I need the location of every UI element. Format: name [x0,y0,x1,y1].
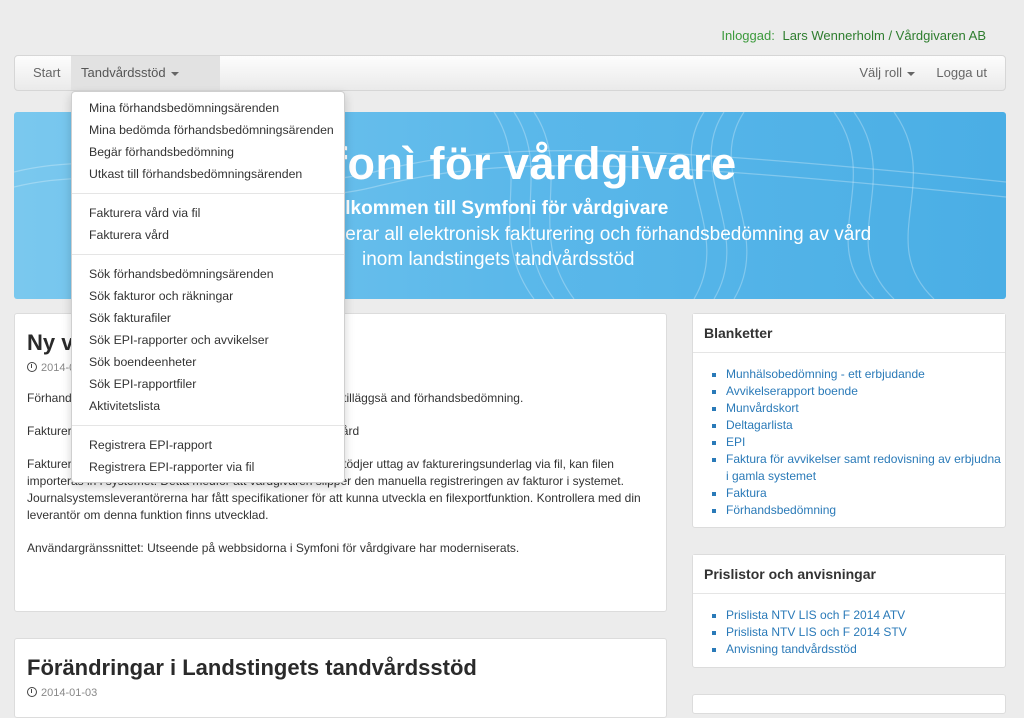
nav-tandvardsstod[interactable]: Tandvårdsstöd [71,56,220,90]
banner-welcome: ilkommen till Symfoni för vårdgivare [340,198,669,219]
menu-item[interactable]: Fakturera vård via fil [72,202,344,224]
caret-down-icon [907,71,915,76]
news-paragraph: Användargränssnittet: Utseende på webbsi… [27,541,520,555]
blankett-link[interactable]: Deltagarlista [726,418,793,432]
panel-heading: Blanketter [693,314,1005,353]
blankett-link[interactable]: Förhandsbedömning [726,503,836,517]
banner-line2: terar all elektronisk fakturering och fö… [340,224,872,245]
menu-divider [72,254,344,255]
nav-tandvardsstod-label: Tandvårdsstöd [81,65,166,80]
menu-item[interactable]: Sök förhandsbedömningsärenden [72,263,344,285]
prislista-link[interactable]: Anvisning tandvårdsstöd [726,642,857,656]
clock-icon [27,362,37,372]
blanketter-panel: Blanketter Munhälsobedömning - ett erbju… [692,313,1006,528]
news-date-text: 2014-01-03 [41,687,98,699]
banner-line3: inom landstingets tandvårdsstöd [362,249,635,270]
list-item: Deltagarlista [726,417,1005,434]
menu-divider [72,193,344,194]
side-panel-3 [692,694,1006,714]
menu-item[interactable]: Begär förhandsbedömning [72,141,344,163]
blankett-link[interactable]: Munvårdskort [726,401,799,415]
main-navbar: Start Tandvårdsstöd Välj roll Logga ut [14,55,1006,91]
prislista-link[interactable]: Prislista NTV LIS och F 2014 STV [726,625,907,639]
clock-icon [27,687,37,697]
list-item: Munhälsobedömning - ett erbjudande [726,366,1005,383]
menu-item[interactable]: Sök fakturor och räkningar [72,285,344,307]
blanketter-list: Munhälsobedömning - ett erbjudande Avvik… [693,353,1005,519]
menu-item[interactable]: Mina bedömda förhandsbedömningsärenden [72,119,344,141]
tandvardsstod-dropdown-menu: Mina förhandsbedömningsärenden Mina bedö… [71,91,345,483]
prislistor-list: Prislista NTV LIS och F 2014 ATV Prislis… [693,594,1005,658]
list-item: Faktura [726,485,1005,502]
nav-valj-roll[interactable]: Välj roll [849,56,925,90]
menu-item[interactable]: Registrera EPI-rapport [72,434,344,456]
menu-item[interactable]: Utkast till förhandsbedömningsärenden [72,163,344,185]
news-title: Förändringar i Landstingets tandvårdsstö… [27,655,477,680]
nav-logga-ut[interactable]: Logga ut [926,56,997,90]
news-date: 2014-01-03 [27,687,97,699]
blankett-link[interactable]: Avvikelserapport boende [726,384,858,398]
banner-title: fonì för vårdgivare [332,138,737,189]
menu-item[interactable]: Sök fakturafiler [72,307,344,329]
news-article-2: Förändringar i Landstingets tandvårdsstö… [14,638,667,718]
nav-start[interactable]: Start [23,56,70,90]
blankett-link[interactable]: Faktura [726,486,767,500]
blankett-link[interactable]: Munhälsobedömning - ett erbjudande [726,367,925,381]
list-item: EPI [726,434,1005,451]
menu-item[interactable]: Fakturera vård [72,224,344,246]
nav-valj-roll-label: Välj roll [859,65,902,80]
login-user[interactable]: Lars Wennerholm / Vårdgivaren AB [782,28,986,43]
menu-divider [72,425,344,426]
menu-item[interactable]: Sök EPI-rapportfiler [72,373,344,395]
list-item: Prislista NTV LIS och F 2014 ATV [726,607,1005,624]
login-info: Inloggad: Lars Wennerholm / Vårdgivaren … [721,28,986,43]
menu-item[interactable]: Registrera EPI-rapporter via fil [72,456,344,478]
blankett-link[interactable]: Faktura för avvikelser samt redovisning … [726,452,1001,483]
list-item: Prislista NTV LIS och F 2014 STV [726,624,1005,641]
panel-heading: Prislistor och anvisningar [693,555,1005,594]
list-item: Anvisning tandvårdsstöd [726,641,1005,658]
blankett-link[interactable]: EPI [726,435,745,449]
news-date: 2014-0 [27,362,75,374]
menu-item[interactable]: Aktivitetslista [72,395,344,417]
caret-down-icon [170,71,179,76]
prislistor-panel: Prislistor och anvisningar Prislista NTV… [692,554,1006,668]
login-label: Inloggad: [721,28,775,43]
prislista-link[interactable]: Prislista NTV LIS och F 2014 ATV [726,608,905,622]
list-item: Avvikelserapport boende [726,383,1005,400]
list-item: Faktura för avvikelser samt redovisning … [726,451,1005,485]
menu-item[interactable]: Mina förhandsbedömningsärenden [72,97,344,119]
list-item: Munvårdskort [726,400,1005,417]
list-item: Förhandsbedömning [726,502,1005,519]
menu-item[interactable]: Sök boendeenheter [72,351,344,373]
menu-item[interactable]: Sök EPI-rapporter och avvikelser [72,329,344,351]
